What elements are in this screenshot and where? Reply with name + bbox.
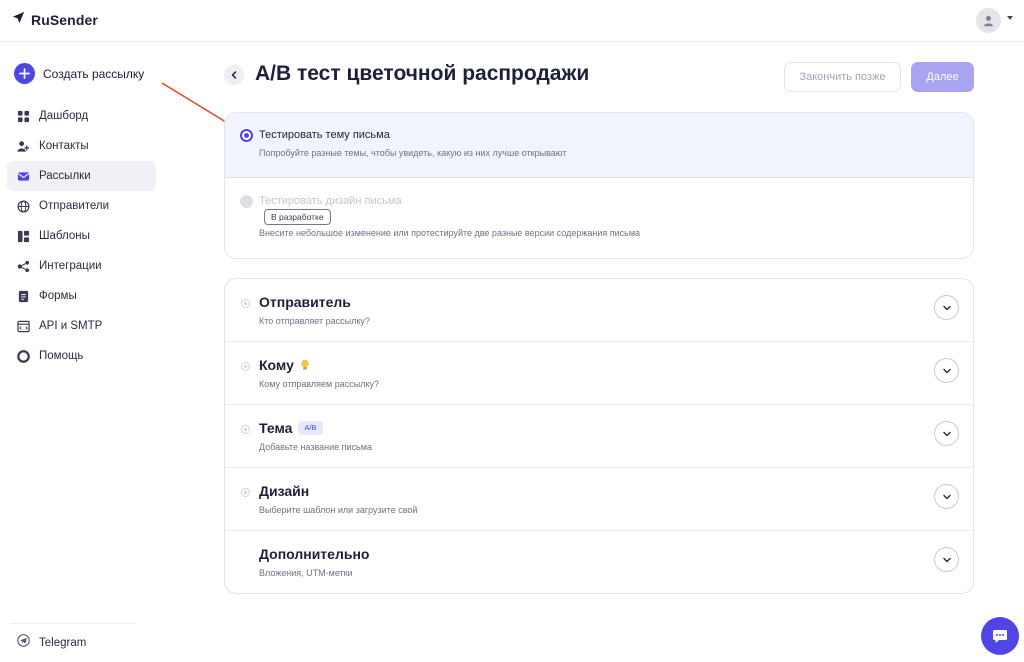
chevron-down-icon: [942, 305, 951, 310]
expand-button[interactable]: [934, 547, 959, 572]
senders-globe-icon: [17, 200, 30, 213]
test-design-option: Тестировать дизайн письма В разработке В…: [225, 178, 973, 258]
sidebar-item-senders[interactable]: Отправители: [7, 191, 156, 221]
expand-button[interactable]: [934, 295, 959, 320]
step-status-dot: [241, 425, 250, 434]
sidebar: Создать рассылку Дашборд Контакты Рассыл…: [0, 43, 162, 662]
step-additional[interactable]: Дополнительно Вложения, UTM-метки: [225, 531, 973, 594]
expand-button[interactable]: [934, 358, 959, 383]
chevron-down-icon: [942, 557, 951, 562]
step-subtitle: Вложения, UTM-метки: [259, 568, 353, 578]
telegram-link[interactable]: Telegram: [17, 634, 86, 652]
telegram-icon: [17, 634, 30, 652]
api-icon: [17, 320, 30, 333]
step-title-row: Тема A/B: [259, 420, 323, 436]
step-recipients[interactable]: Кому Кому отправляем рассылку?: [225, 342, 973, 405]
sidebar-item-label: Помощь: [39, 350, 84, 362]
help-icon: [17, 349, 30, 363]
step-sender[interactable]: Отправитель Кто отправляет рассылку?: [225, 279, 973, 342]
sidebar-item-forms[interactable]: Формы: [7, 281, 156, 311]
option-title: Тестировать тему письма: [259, 129, 390, 141]
page-header: A/B тест цветочной распродажи Закончить …: [224, 62, 974, 92]
back-button[interactable]: [224, 65, 244, 85]
sidebar-item-label: Интеграции: [39, 260, 102, 272]
user-avatar[interactable]: [976, 8, 1001, 33]
step-subtitle: Добавьте название письма: [259, 442, 372, 452]
sidebar-item-integrations[interactable]: Интеграции: [7, 251, 156, 281]
step-subtitle: Кому отправляем рассылку?: [259, 379, 380, 389]
support-chat-button[interactable]: [981, 617, 1019, 655]
expand-button[interactable]: [934, 421, 959, 446]
sidebar-item-label: Формы: [39, 290, 77, 302]
sidebar-item-help[interactable]: Помощь: [7, 341, 156, 371]
contacts-icon: [17, 140, 30, 153]
sidebar-item-api[interactable]: API и SMTP: [7, 311, 156, 341]
sidebar-item-label: Шаблоны: [39, 230, 90, 242]
sidebar-item-label: Отправители: [39, 200, 110, 212]
chevron-left-icon: [231, 71, 237, 79]
test-subject-option[interactable]: Тестировать тему письма Попробуйте разны…: [225, 113, 973, 178]
create-mailing-label: Создать рассылку: [43, 66, 145, 81]
step-title: Дополнительно: [259, 546, 370, 562]
lightbulb-icon: [300, 359, 310, 371]
telegram-label: Telegram: [39, 637, 87, 649]
campaign-steps-card: Отправитель Кто отправляет рассылку? Ком…: [224, 278, 974, 594]
sidebar-item-dashboard[interactable]: Дашборд: [7, 101, 156, 131]
app-logo[interactable]: RuSender: [12, 11, 98, 29]
sidebar-item-label: API и SMTP: [39, 320, 103, 332]
finish-later-button[interactable]: Закончить позже: [784, 62, 901, 92]
app-name: RuSender: [31, 12, 98, 28]
chat-bubble-icon: [993, 630, 1007, 643]
chevron-down-icon: [942, 368, 951, 373]
step-status-dot: [241, 362, 250, 371]
paper-plane-icon: [12, 11, 25, 29]
chevron-down-icon: [942, 494, 951, 499]
sidebar-item-label: Контакты: [39, 140, 89, 152]
plus-icon: [14, 63, 35, 84]
ab-badge: A/B: [298, 421, 323, 435]
page-title: A/B тест цветочной распродажи: [255, 62, 590, 85]
sidebar-item-contacts[interactable]: Контакты: [7, 131, 156, 161]
option-title: Тестировать дизайн письма: [259, 195, 402, 207]
sidebar-nav: Дашборд Контакты Рассылки Отправители Ша…: [7, 101, 156, 371]
step-design[interactable]: Дизайн Выберите шаблон или загрузите сво…: [225, 468, 973, 531]
step-subject[interactable]: Тема A/B Добавьте название письма: [225, 405, 973, 468]
sidebar-item-label: Рассылки: [39, 170, 91, 182]
step-title: Дизайн: [259, 483, 310, 499]
chevron-down-icon[interactable]: [1007, 16, 1013, 20]
step-title-row: Кому: [259, 357, 310, 373]
next-button[interactable]: Далее: [911, 62, 974, 92]
step-subtitle: Кто отправляет рассылку?: [259, 316, 370, 326]
step-title-row: Дизайн: [259, 483, 309, 499]
templates-icon: [17, 230, 30, 243]
step-title: Кому: [259, 357, 294, 373]
chevron-down-icon: [942, 431, 951, 436]
step-title-row: Дополнительно: [259, 546, 369, 562]
expand-button[interactable]: [934, 484, 959, 509]
option-description: Попробуйте разные темы, чтобы увидеть, к…: [259, 148, 567, 158]
radio-disabled: [240, 195, 253, 208]
top-bar: RuSender: [0, 0, 1024, 42]
test-type-card: Тестировать тему письма Попробуйте разны…: [224, 112, 974, 259]
user-icon: [984, 16, 993, 27]
step-subtitle: Выберите шаблон или загрузите свой: [259, 505, 418, 515]
step-title-row: Отправитель: [259, 294, 351, 310]
dashboard-icon: [17, 110, 30, 123]
step-status-dot: [241, 488, 250, 497]
step-status-dot: [241, 299, 250, 308]
sidebar-item-label: Дашборд: [39, 110, 89, 122]
mailings-icon: [17, 170, 30, 183]
in-development-badge: В разработке: [264, 209, 331, 225]
sidebar-item-templates[interactable]: Шаблоны: [7, 221, 156, 251]
integrations-icon: [17, 260, 30, 273]
step-title: Тема: [259, 420, 293, 436]
step-title: Отправитель: [259, 294, 351, 310]
forms-icon: [17, 290, 30, 303]
option-description: Внесите небольшое изменение или протести…: [259, 228, 641, 238]
sidebar-item-mailings[interactable]: Рассылки: [7, 161, 156, 191]
sidebar-divider: [10, 623, 136, 624]
create-mailing-button[interactable]: Создать рассылку: [14, 63, 144, 84]
radio-selected[interactable]: [240, 129, 253, 142]
